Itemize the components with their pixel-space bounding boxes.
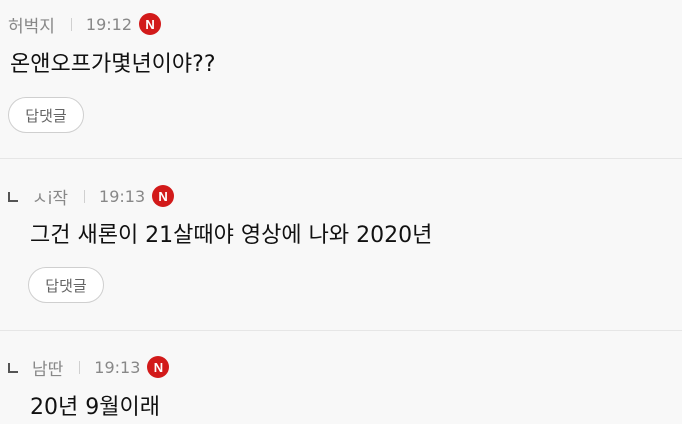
comment-meta: ㅅi작 19:13 N	[8, 183, 175, 209]
comment-text: 20년 9월이래	[30, 395, 160, 420]
comment-item: ㅅi작 19:13 N 그건 새론이 21살때야 영상에 나와 2020년 답댓…	[0, 159, 682, 330]
comment-meta: 남딴 19:13 N	[8, 354, 170, 380]
comment-time: 19:12	[85, 14, 133, 34]
new-badge-icon: N	[147, 356, 170, 378]
comment-text: 온앤오프가몇년이야??	[10, 52, 216, 77]
meta-separator	[84, 189, 86, 203]
comment-meta: 허벅지 19:12 N	[8, 11, 162, 37]
comment-text: 그건 새론이 21살때야 영상에 나와 2020년	[30, 223, 433, 248]
comment-item: 남딴 19:13 N 20년 9월이래	[0, 331, 682, 424]
comment-time: 19:13	[99, 186, 146, 206]
reply-button[interactable]: 답댓글	[28, 267, 104, 303]
reply-arrow-icon	[8, 363, 18, 373]
comment-item: 허벅지 19:12 N 온앤오프가몇년이야?? 답댓글	[0, 0, 682, 158]
reply-button[interactable]: 답댓글	[8, 97, 84, 133]
new-badge-icon: N	[152, 185, 175, 207]
comment-nickname[interactable]: 허벅지	[8, 12, 55, 37]
comment-nickname[interactable]: ㅅi작	[32, 184, 68, 209]
comment-time: 19:13	[94, 357, 141, 377]
meta-separator	[79, 360, 81, 374]
comment-nickname[interactable]: 남딴	[32, 355, 63, 380]
reply-arrow-icon	[8, 192, 18, 202]
new-badge-icon: N	[139, 13, 162, 35]
meta-separator	[70, 17, 72, 31]
